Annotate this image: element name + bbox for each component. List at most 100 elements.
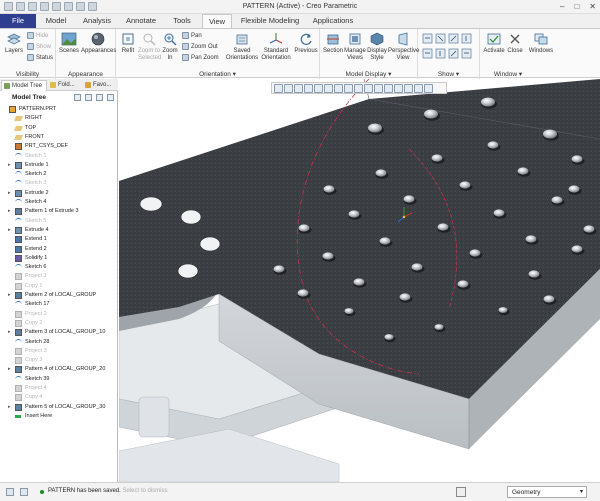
tree-filter-icon[interactable]	[85, 94, 92, 101]
zoom-out-button[interactable]: Zoom Out	[182, 43, 218, 50]
tab-file[interactable]: File	[0, 14, 36, 28]
display-style-icon	[370, 32, 384, 46]
tab-folder-browser[interactable]: Fold...	[48, 80, 82, 91]
smart-select-icon[interactable]	[456, 487, 466, 497]
manage-views-button[interactable]: Manage Views	[344, 32, 366, 62]
maximize-icon[interactable]: □	[574, 2, 579, 11]
tree-item-label: Copy 4	[25, 394, 43, 401]
saved-orientations-icon[interactable]	[324, 84, 333, 93]
appearance-sphere-icon	[91, 32, 105, 46]
expand-arrow-icon[interactable]: ▸	[8, 207, 13, 216]
previous-orientation-button[interactable]: Previous	[294, 32, 318, 55]
navigator-toggle-icon[interactable]	[6, 488, 14, 496]
plane-display-icon[interactable]	[394, 84, 403, 93]
pattern-icon	[15, 208, 22, 216]
expand-arrow-icon[interactable]: ▸	[8, 291, 13, 300]
appearance-group-label: Appearance	[67, 71, 104, 78]
show-button[interactable]: Show	[27, 43, 51, 50]
tree-item-label: FRONT	[25, 133, 44, 140]
model-3d-view[interactable]	[119, 79, 600, 482]
pan-zoom-icon	[182, 54, 189, 61]
point-display-icon[interactable]	[414, 84, 423, 93]
layers-button[interactable]: Layers	[3, 32, 25, 55]
pan-zoom-button[interactable]: Pan Zoom	[182, 54, 219, 61]
annotation-display-icon[interactable]	[374, 84, 383, 93]
graphics-viewport[interactable]	[119, 79, 600, 482]
tab-flexible-modeling[interactable]: Flexible Modeling	[236, 14, 304, 28]
pan-icon	[182, 32, 189, 39]
selection-filter-dropdown[interactable]: Geometry ▾	[507, 486, 587, 498]
status-button[interactable]: Status	[27, 54, 53, 61]
tree-item-label: Pattern 1 of Extrude 3	[25, 208, 79, 215]
pattern-icon	[15, 329, 22, 337]
refit-icon[interactable]	[274, 84, 283, 93]
zoom-out-icon[interactable]	[294, 84, 303, 93]
window-group: Activate Close Windows Window ▾	[480, 29, 600, 79]
saved-orientations-button[interactable]: Saved Orientations	[224, 32, 260, 62]
datum-display-icon[interactable]	[354, 84, 363, 93]
tree-item-label: Extrude 4	[25, 226, 49, 233]
window-group-label: Window ▾	[493, 71, 523, 78]
zoom-in-icon[interactable]	[284, 84, 293, 93]
tab-applications[interactable]: Applications	[306, 14, 360, 28]
dimple	[459, 181, 471, 189]
appearances-button[interactable]: Appearances	[81, 32, 116, 55]
tree-item-label: Sketch 17	[25, 301, 50, 308]
sketch-icon	[15, 199, 22, 206]
repaint-icon[interactable]	[304, 84, 313, 93]
tree-item-label: Sketch 5	[25, 217, 47, 224]
tree-columns-icon[interactable]	[96, 94, 103, 101]
datum-display-icons	[422, 33, 472, 59]
zoom-out-icon	[182, 43, 189, 50]
display-style-button[interactable]: Display Style	[366, 32, 388, 62]
expand-arrow-icon[interactable]: ▸	[8, 365, 13, 374]
dimple	[379, 237, 391, 245]
scenes-button[interactable]: Scenes	[58, 32, 80, 55]
close-button[interactable]: Close	[506, 32, 524, 55]
csys-display-icon[interactable]	[424, 84, 433, 93]
tab-model-tree[interactable]: Model Tree	[1, 80, 47, 91]
close-icon[interactable]: ✕	[589, 2, 596, 11]
tree-item-label: Extrude 1	[25, 161, 49, 168]
minimize-icon[interactable]: –	[560, 2, 564, 11]
windows-button[interactable]: Windows	[528, 32, 554, 55]
section-icon[interactable]	[384, 84, 393, 93]
activate-button[interactable]: Activate	[482, 32, 506, 55]
zoom-in-button[interactable]: Zoom In	[161, 32, 179, 62]
project-icon	[15, 310, 22, 318]
refit-button[interactable]: Refit	[119, 32, 137, 55]
tab-model[interactable]: Model	[38, 14, 74, 28]
tree-settings-icon[interactable]	[74, 94, 81, 101]
tree-item-label: Project 2	[25, 310, 47, 317]
expand-arrow-icon[interactable]: ▸	[8, 161, 13, 170]
expand-arrow-icon[interactable]: ▸	[8, 328, 13, 337]
tab-view[interactable]: View	[202, 14, 232, 28]
expand-arrow-icon[interactable]: ▸	[8, 226, 13, 235]
tree-show-icon[interactable]	[107, 94, 114, 101]
perspective-view-button[interactable]: Perspective View	[388, 32, 419, 62]
tree-item-label: Sketch 4	[25, 199, 47, 205]
spin-center-icon[interactable]	[364, 84, 373, 93]
zoom-to-selected-button[interactable]: Zoom to Selected	[138, 32, 161, 62]
expand-arrow-icon[interactable]: ▸	[8, 403, 13, 412]
model-display-group: Section Manage Views Display Style Persp…	[320, 29, 419, 79]
perspective-icon[interactable]	[344, 84, 353, 93]
tab-analysis[interactable]: Analysis	[76, 14, 118, 28]
hide-button[interactable]: Hide	[27, 32, 48, 39]
tab-favorites[interactable]: Favo...	[83, 80, 117, 91]
tab-annotate[interactable]: Annotate	[120, 14, 162, 28]
navigator-panel: Model Tree Fold... Favo... Model Tree PA…	[0, 79, 118, 482]
part-icon	[9, 106, 16, 113]
display-style-icon[interactable]	[314, 84, 323, 93]
section-button[interactable]: Section	[322, 32, 344, 55]
pan-button[interactable]: Pan	[182, 32, 202, 39]
tab-tools[interactable]: Tools	[166, 14, 198, 28]
view-manager-icon[interactable]	[334, 84, 343, 93]
copy-icon	[15, 319, 22, 327]
standard-orientation-button[interactable]: Standard Orientation	[260, 32, 292, 62]
axis-display-icon[interactable]	[404, 84, 413, 93]
expand-arrow-icon[interactable]: ▸	[8, 189, 13, 198]
status-bar: PATTERN has been saved. Select to dismis…	[0, 482, 600, 501]
browser-toggle-icon[interactable]	[20, 488, 28, 496]
tree-item-label: Sketch 2	[25, 171, 47, 178]
